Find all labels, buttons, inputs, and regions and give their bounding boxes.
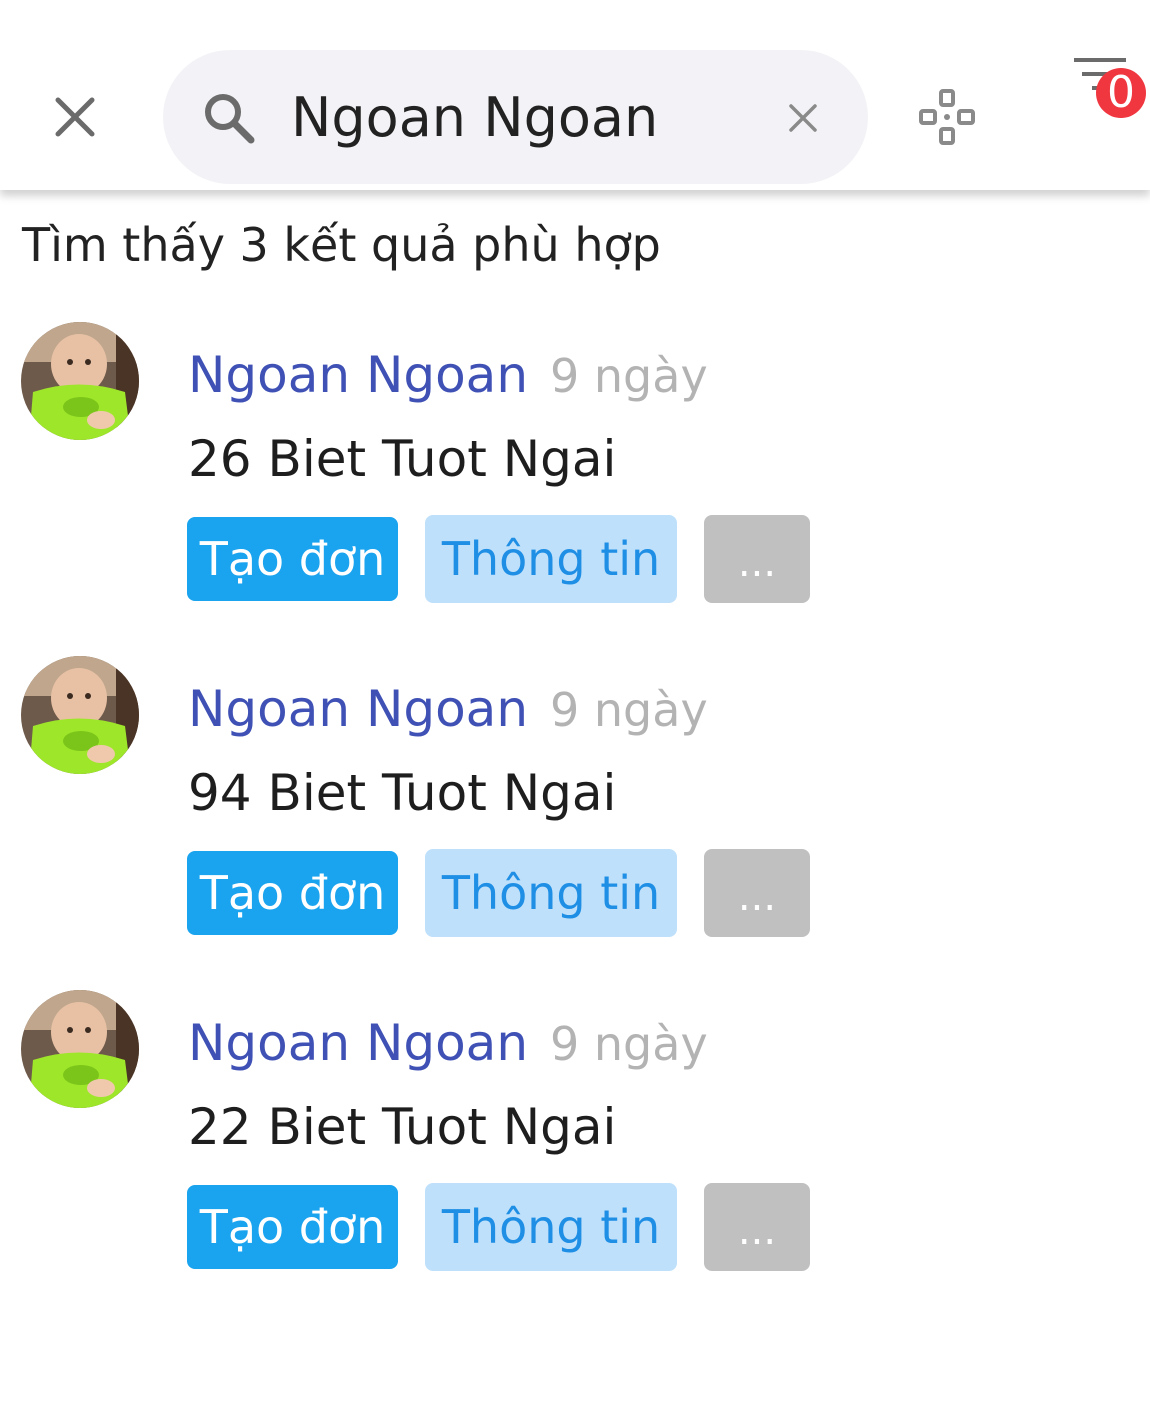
filter-count-badge: 0 <box>1096 68 1146 118</box>
info-button[interactable]: Thông tin <box>425 1183 677 1271</box>
clear-search-button[interactable] <box>783 98 823 138</box>
name-row: Ngoan Ngoan 9 ngày <box>188 1014 708 1072</box>
close-icon <box>55 97 95 137</box>
avatar <box>21 656 139 774</box>
result-item[interactable]: Ngoan Ngoan 9 ngày 94 Biet Tuot Ngai Tạo … <box>0 656 1150 976</box>
avatar <box>21 990 139 1108</box>
more-button[interactable]: ... <box>704 1183 810 1271</box>
customer-name[interactable]: Ngoan Ngoan <box>188 680 528 738</box>
time-ago: 9 ngày <box>550 1017 708 1071</box>
customer-address: 22 Biet Tuot Ngai <box>188 1098 617 1156</box>
search-bar <box>163 50 868 184</box>
clear-icon <box>789 104 817 132</box>
result-item[interactable]: Ngoan Ngoan 9 ngày 26 Biet Tuot Ngai Tạo … <box>0 322 1150 642</box>
info-button[interactable]: Thông tin <box>425 849 677 937</box>
create-order-button[interactable]: Tạo đơn <box>187 1185 398 1269</box>
avatar <box>21 322 139 440</box>
more-button[interactable]: ... <box>704 849 810 937</box>
search-input[interactable] <box>291 74 761 160</box>
time-ago: 9 ngày <box>550 683 708 737</box>
name-row: Ngoan Ngoan 9 ngày <box>188 346 708 404</box>
gamepad-icon[interactable] <box>917 87 977 147</box>
create-order-button[interactable]: Tạo đơn <box>187 517 398 601</box>
create-order-button[interactable]: Tạo đơn <box>187 851 398 935</box>
customer-address: 26 Biet Tuot Ngai <box>188 430 617 488</box>
info-button[interactable]: Thông tin <box>425 515 677 603</box>
customer-address: 94 Biet Tuot Ngai <box>188 764 617 822</box>
name-row: Ngoan Ngoan 9 ngày <box>188 680 708 738</box>
customer-name[interactable]: Ngoan Ngoan <box>188 346 528 404</box>
filter-button[interactable]: 0 <box>1068 52 1150 122</box>
time-ago: 9 ngày <box>550 349 708 403</box>
result-summary: Tìm thấy 3 kết quả phù hợp <box>22 218 661 272</box>
search-icon <box>205 94 255 144</box>
close-button[interactable] <box>50 92 100 142</box>
more-button[interactable]: ... <box>704 515 810 603</box>
search-header: 0 <box>0 0 1150 190</box>
customer-name[interactable]: Ngoan Ngoan <box>188 1014 528 1072</box>
result-item[interactable]: Ngoan Ngoan 9 ngày 22 Biet Tuot Ngai Tạo … <box>0 990 1150 1310</box>
